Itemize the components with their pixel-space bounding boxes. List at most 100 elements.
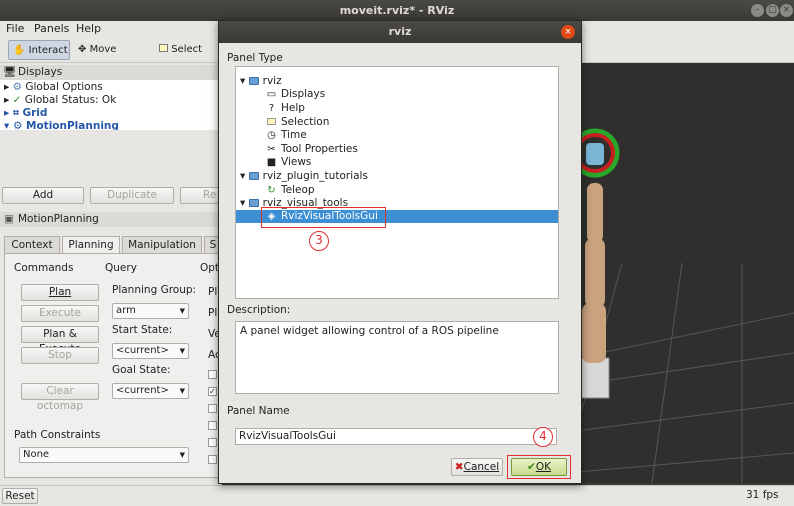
- tab-planning[interactable]: Planning: [62, 236, 120, 254]
- displays-header: 🖥 Displays: [0, 65, 222, 80]
- display-global-status[interactable]: ▸ ✓ Global Status: Ok: [4, 94, 116, 107]
- chevron-down-icon: ▾: [240, 197, 246, 209]
- option-checkbox-checked[interactable]: ✓: [208, 387, 217, 396]
- monitor-icon: ▭: [266, 89, 277, 100]
- tree-label: rviz: [262, 75, 282, 87]
- plan-execute-button[interactable]: Plan & Execute: [21, 326, 99, 355]
- panel-type-tree[interactable]: ▾ rviz ▭ Displays ? Help Selection ◷ Time ✂…: [235, 66, 559, 299]
- interact-button[interactable]: ✋ Interact: [8, 40, 70, 60]
- planning-group-label: Planning Group:: [112, 284, 197, 296]
- fps-readout: 31 fps: [746, 489, 779, 501]
- dialog-title: rviz: [388, 25, 412, 38]
- planning-group-select[interactable]: arm ▼: [112, 303, 189, 319]
- ok-button[interactable]: ✔OK: [511, 458, 567, 476]
- close-icon[interactable]: ×: [780, 4, 793, 17]
- display-grid[interactable]: ▸ ⌗ Grid: [4, 107, 47, 120]
- stop-button[interactable]: Stop: [21, 347, 99, 364]
- panel-icon: ▣: [4, 213, 14, 225]
- commands-label: Commands: [14, 262, 74, 274]
- plan-button[interactable]: Plan: [21, 284, 99, 301]
- display-motionplanning[interactable]: ▾ ⚙ MotionPlanning: [4, 120, 119, 130]
- tree-item-displays[interactable]: ▭ Displays: [266, 88, 325, 101]
- tree-label: Views: [281, 156, 312, 168]
- display-global-options[interactable]: ▸ ⚙ Global Options: [4, 81, 103, 94]
- clear-octomap-button[interactable]: Clear octomap: [21, 383, 99, 412]
- monitor-icon: 🖥: [3, 66, 17, 78]
- goal-state-select[interactable]: <current> ▼: [112, 383, 189, 399]
- start-state-select[interactable]: <current> ▼: [112, 343, 189, 359]
- panel-type-label: Panel Type: [227, 52, 283, 64]
- displays-tree[interactable]: ▸ ⚙ Global Options ▸ ✓ Global Status: Ok…: [0, 80, 222, 130]
- display-label: Global Options: [25, 81, 103, 93]
- dialog-close-icon[interactable]: ×: [561, 25, 575, 39]
- rename-button[interactable]: Re: [180, 187, 222, 204]
- display-label: MotionPlanning: [26, 120, 119, 130]
- selection-icon: [266, 116, 277, 129]
- execute-button[interactable]: Execute: [21, 305, 99, 322]
- option-checkbox[interactable]: [208, 455, 217, 464]
- move-camera-button[interactable]: ✥ Move Camera: [74, 40, 150, 75]
- menu-help[interactable]: Help: [76, 22, 101, 35]
- option-fragment: Pl: [208, 307, 218, 319]
- start-state-value: <current>: [116, 345, 169, 356]
- cancel-icon: ✖: [454, 461, 464, 473]
- path-constraints-select[interactable]: None ▼: [19, 447, 189, 463]
- gear-icon: ⚙: [12, 81, 23, 93]
- check-icon: ✓: [12, 94, 22, 106]
- tree-label: rviz_plugin_tutorials: [262, 170, 368, 182]
- panel-name-label: Panel Name: [227, 405, 290, 417]
- select-icon: [159, 44, 168, 52]
- cancel-button[interactable]: ✖Cancel: [451, 458, 503, 476]
- tree-item-tool-properties[interactable]: ✂ Tool Properties: [266, 143, 358, 156]
- tree-item-views[interactable]: ■ Views: [266, 156, 312, 169]
- tree-folder-rviz-plugin-tutorials[interactable]: ▾ rviz_plugin_tutorials: [240, 170, 368, 183]
- maximize-icon[interactable]: □: [766, 4, 779, 17]
- tree-label: Teleop: [281, 184, 315, 196]
- tree-item-selection[interactable]: Selection: [266, 116, 329, 129]
- tree-item-time[interactable]: ◷ Time: [266, 129, 307, 142]
- chevron-down-icon: ▾: [240, 170, 246, 182]
- tree-label: Selection: [281, 116, 330, 128]
- camera-icon: ■: [266, 157, 277, 168]
- option-checkbox[interactable]: [208, 421, 217, 430]
- option-checkbox[interactable]: [208, 404, 217, 413]
- option-checkbox[interactable]: [208, 438, 217, 447]
- cancel-label: Cancel: [463, 461, 500, 473]
- tab-context[interactable]: Context: [4, 236, 60, 253]
- description-label: Description:: [227, 304, 291, 316]
- folder-icon: [248, 199, 259, 207]
- question-icon: ?: [268, 103, 275, 114]
- chevron-down-icon: ▼: [179, 347, 185, 355]
- dialog-titlebar: rviz: [219, 21, 581, 43]
- motionplanning-tabs: Context Planning Manipulation S: [4, 236, 222, 254]
- hand-icon: ✋: [13, 45, 26, 56]
- panel-name-input[interactable]: RvizVisualToolsGui: [235, 428, 557, 445]
- panel-name-value: RvizVisualToolsGui: [239, 430, 336, 442]
- menu-file[interactable]: File: [6, 22, 24, 35]
- motionplanning-header: ▣ MotionPlanning: [0, 212, 222, 227]
- chevron-down-icon: ▼: [179, 387, 185, 395]
- tools-icon: ✂: [267, 144, 276, 155]
- tree-folder-rviz[interactable]: ▾ rviz: [240, 75, 282, 88]
- interact-label: Interact: [28, 45, 68, 56]
- annotation-highlight-box: [261, 207, 386, 228]
- duplicate-button[interactable]: Duplicate: [90, 187, 174, 204]
- annotation-number: 4: [533, 427, 553, 447]
- option-checkbox[interactable]: [208, 370, 217, 379]
- minimize-icon[interactable]: –: [751, 4, 764, 17]
- add-button[interactable]: Add: [2, 187, 84, 204]
- tree-item-help[interactable]: ? Help: [266, 102, 305, 115]
- description-text: A panel widget allowing control of a ROS…: [240, 325, 499, 337]
- path-constraints-value: None: [23, 449, 50, 460]
- menu-panels[interactable]: Panels: [34, 22, 69, 35]
- tab-manipulation[interactable]: Manipulation: [122, 236, 202, 253]
- chevron-down-icon: ▼: [179, 307, 185, 315]
- tree-item-teleop[interactable]: ↻ Teleop: [266, 184, 315, 197]
- select-button[interactable]: Select: [155, 40, 215, 60]
- statusbar: Reset 31 fps: [0, 485, 794, 506]
- options-label: Opt: [200, 262, 220, 274]
- reset-button[interactable]: Reset: [2, 488, 38, 504]
- query-label: Query: [105, 262, 137, 274]
- description-box: A panel widget allowing control of a ROS…: [235, 321, 559, 394]
- left-panel: 🖥 Displays ▸ ⚙ Global Options ▸ ✓ Global…: [0, 63, 222, 506]
